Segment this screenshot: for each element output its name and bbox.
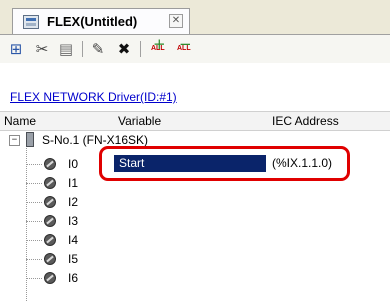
close-icon[interactable]: ✕ [169, 14, 183, 28]
tree-item-label: I3 [68, 214, 79, 228]
tree-item-label: I2 [68, 195, 79, 209]
column-name[interactable]: Name [4, 114, 36, 128]
tab-title: FLEX(Untitled) [47, 14, 138, 29]
tree-connector [26, 221, 42, 222]
document-icon [23, 15, 39, 29]
input-terminal-icon [44, 253, 56, 265]
tree-item-i2[interactable]: I2 [0, 193, 390, 211]
tree-item-label: I0 [68, 157, 79, 171]
all-label: ALL [177, 45, 191, 52]
highlight-annotation [99, 146, 350, 181]
station-label: S-No.1 (FN-X16SK) [42, 133, 149, 147]
column-iec-address[interactable]: IEC Address [272, 114, 339, 128]
toolbar-separator [82, 41, 83, 57]
input-terminal-icon [44, 158, 56, 170]
add-all-button[interactable]: + ALL [148, 35, 168, 59]
tree-connector [26, 278, 42, 279]
input-terminal-icon [44, 196, 56, 208]
input-terminal-icon [44, 215, 56, 227]
tree-item-i6[interactable]: I6 [0, 269, 390, 287]
tree-item-label: I1 [68, 176, 79, 190]
paste-button[interactable]: ▤ [56, 39, 76, 59]
cut-button[interactable]: ✂ [32, 39, 52, 59]
column-header: Name Variable IEC Address [0, 111, 390, 131]
delete-button[interactable]: ✖ [114, 39, 134, 59]
input-terminal-icon [44, 177, 56, 189]
tree-connector [26, 183, 42, 184]
tree-connector [26, 202, 42, 203]
input-terminal-icon [44, 272, 56, 284]
tree-item-i3[interactable]: I3 [0, 212, 390, 230]
tree-connector [26, 240, 42, 241]
tree-item-label: I5 [68, 252, 79, 266]
column-variable[interactable]: Variable [118, 114, 161, 128]
tree-item-i4[interactable]: I4 [0, 231, 390, 249]
all-label: ALL [151, 45, 165, 52]
station-icon [26, 132, 34, 147]
tree-connector [26, 259, 42, 260]
toolbar: ⊞ ✂ ▤ ✎ ✖ + ALL − ALL [0, 35, 390, 63]
tab-flex-untitled[interactable]: FLEX(Untitled) ✕ [12, 8, 190, 34]
tab-bar: FLEX(Untitled) ✕ [0, 0, 390, 35]
tree-item-label: I6 [68, 271, 79, 285]
properties-button[interactable]: ✎ [88, 39, 108, 59]
collapse-icon[interactable]: − [9, 135, 20, 146]
tree-item-i5[interactable]: I5 [0, 250, 390, 268]
add-station-button[interactable]: ⊞ [6, 39, 26, 59]
tree-connector [26, 164, 42, 165]
input-terminal-icon [44, 234, 56, 246]
toolbar-separator [140, 41, 141, 57]
driver-link[interactable]: FLEX NETWORK Driver(ID:#1) [10, 90, 177, 104]
tree-item-label: I4 [68, 233, 79, 247]
remove-all-button[interactable]: − ALL [174, 35, 194, 59]
